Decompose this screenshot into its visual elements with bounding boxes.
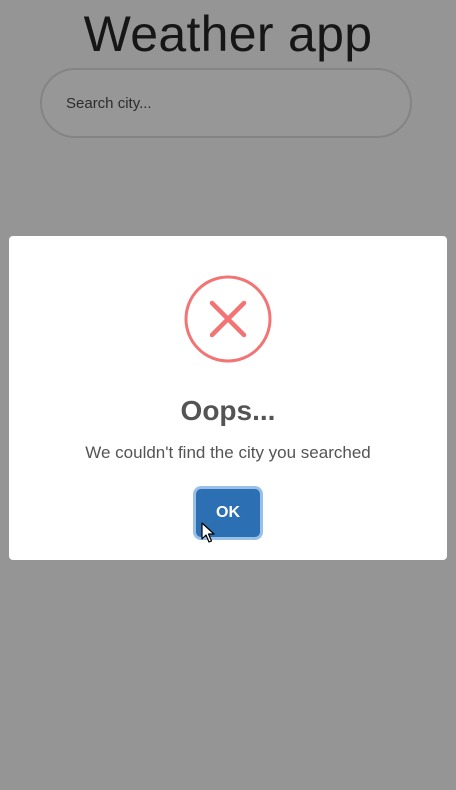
city-search-input[interactable] — [40, 68, 412, 138]
error-dialog: Oops... We couldn't find the city you se… — [9, 236, 447, 560]
dialog-title: Oops... — [180, 395, 276, 426]
mouse-pointer-icon — [201, 522, 215, 543]
error-x-icon — [184, 275, 272, 363]
app-title: Weather app — [83, 6, 373, 62]
dialog-message: We couldn't find the city you searched — [85, 443, 371, 462]
